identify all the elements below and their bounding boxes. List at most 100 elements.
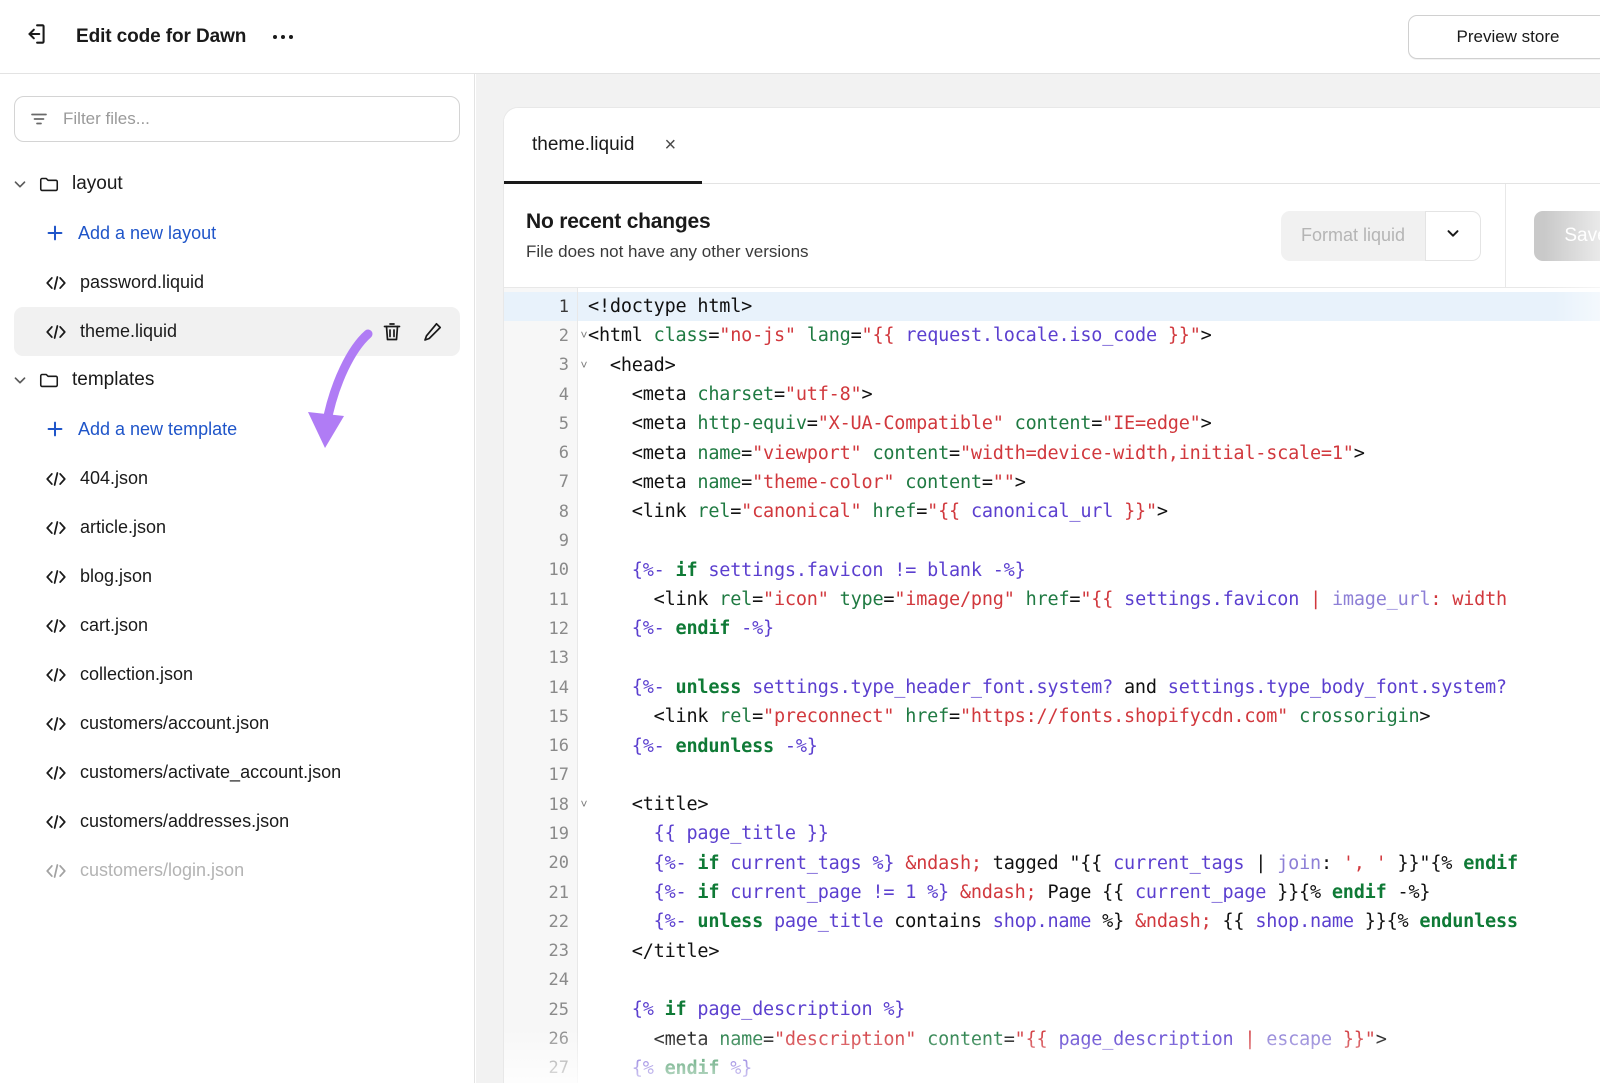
code-line: {%- unless settings.type_header_font.sys… [578, 673, 1600, 702]
code-token: if [676, 560, 698, 581]
add-new-template-link[interactable]: Add a new template [0, 404, 474, 454]
line-number: 20 [504, 849, 577, 878]
line-number: 15 [504, 702, 577, 731]
code-token: = [752, 706, 763, 727]
tree-folder-label: templates [72, 369, 154, 391]
rename-file-button[interactable] [420, 320, 444, 344]
filter-files-box[interactable] [14, 96, 460, 142]
format-liquid-dropdown-button[interactable] [1425, 211, 1481, 261]
line-number: 7 [504, 468, 577, 497]
code-token: shop.name [993, 911, 1091, 932]
code-token: {{ [588, 823, 686, 844]
file-row[interactable]: customers/login.json [14, 846, 460, 895]
search-input[interactable] [61, 108, 445, 130]
code-token: "{{ [1080, 589, 1124, 610]
file-row[interactable]: customers/activate_account.json [14, 748, 460, 797]
tab-theme-liquid[interactable]: theme.liquid × [504, 108, 702, 184]
code-token [1288, 706, 1299, 727]
file-row[interactable]: blog.json [14, 552, 460, 601]
code-content[interactable]: <!doctype html><html class="no-js" lang=… [578, 288, 1600, 1083]
code-line: <title> [578, 790, 1600, 819]
code-token: > [1157, 501, 1168, 522]
code-line: <!doctype html> [578, 292, 1600, 321]
file-name: collection.json [80, 664, 193, 685]
save-button[interactable]: Save [1534, 211, 1600, 261]
code-token: href [1026, 589, 1070, 610]
code-token: {%- [588, 560, 676, 581]
code-token: = [741, 443, 752, 464]
code-token: {%- [588, 882, 697, 903]
line-number: 19 [504, 819, 577, 848]
code-token: "image/png" [894, 589, 1014, 610]
add-new-label: Add a new layout [78, 223, 216, 244]
code-line: <meta name="viewport" content="width=dev… [578, 438, 1600, 467]
folder-icon [38, 369, 60, 391]
code-line: </title> [578, 937, 1600, 966]
line-number: 10 [504, 556, 577, 585]
chevron-down-icon[interactable] [10, 370, 30, 390]
code-token: page_title [763, 911, 894, 932]
code-token: {%- [588, 736, 676, 757]
code-line: {%- if current_page != 1 %} &ndash; Page… [578, 878, 1600, 907]
close-icon[interactable]: × [664, 135, 676, 155]
exit-icon [23, 21, 49, 52]
code-icon [44, 861, 68, 881]
file-row[interactable]: customers/addresses.json [14, 797, 460, 846]
chevron-down-icon[interactable] [10, 174, 30, 194]
code-token: : [1321, 853, 1343, 874]
format-liquid-group[interactable]: Format liquid [1281, 211, 1481, 261]
file-row[interactable]: cart.json [14, 601, 460, 650]
code-line: {%- if settings.favicon != blank -%} [578, 556, 1600, 585]
code-token: &ndash; [960, 882, 1037, 903]
line-number: 18˅ [504, 790, 577, 819]
version-info: No recent changes File does not have any… [526, 210, 809, 262]
code-token: &ndash; [1135, 911, 1212, 932]
code-token: crossorigin [1299, 706, 1419, 727]
code-token: </title> [588, 941, 719, 962]
code-token: content [1015, 413, 1092, 434]
filter-icon [29, 109, 49, 129]
code-token: unless [676, 677, 742, 698]
code-token: <!doctype html> [588, 296, 752, 317]
filter-files-wrapper [0, 74, 474, 142]
code-line: {%- if current_tags %} &ndash; tagged "{… [578, 849, 1600, 878]
code-token: -%} [730, 618, 774, 639]
code-token: page_description %} [686, 999, 905, 1020]
code-token: {%- [588, 677, 676, 698]
code-token: ', ' [1343, 853, 1387, 874]
code-token: "viewport" [752, 443, 861, 464]
tree-folder-templates[interactable]: templates [0, 356, 474, 404]
code-editor[interactable]: 12˅3˅456789101112131415161718˅1920212223… [504, 288, 1600, 1083]
file-row[interactable]: 404.json [14, 454, 460, 503]
code-icon [44, 322, 68, 342]
code-token: = [949, 443, 960, 464]
delete-file-button[interactable] [380, 320, 404, 344]
more-actions-button[interactable] [266, 20, 300, 54]
code-token: charset [697, 384, 774, 405]
code-token: = [763, 1029, 774, 1050]
code-token: = [730, 501, 741, 522]
file-row[interactable]: collection.json [14, 650, 460, 699]
save-wrapper: Save [1506, 184, 1600, 288]
code-token: {% [588, 1058, 665, 1079]
tree-folder-layout[interactable]: layout [0, 160, 474, 208]
code-token: rel [719, 589, 752, 610]
file-row[interactable]: customers/account.json [14, 699, 460, 748]
code-token: = [883, 589, 894, 610]
file-row[interactable]: theme.liquid [14, 307, 460, 356]
add-new-layout-link[interactable]: Add a new layout [0, 208, 474, 258]
file-row[interactable]: password.liquid [14, 258, 460, 307]
top-bar: Edit code for Dawn Preview store [0, 0, 1600, 74]
tree-folder-label: layout [72, 173, 123, 195]
editor-card: theme.liquid × No recent changes File do… [504, 108, 1600, 1083]
line-number: 3˅ [504, 351, 577, 380]
code-token: href [872, 501, 916, 522]
file-row[interactable]: article.json [14, 503, 460, 552]
code-token: join [1277, 853, 1321, 874]
code-icon [44, 616, 68, 636]
code-token: <link [588, 589, 719, 610]
preview-store-button[interactable]: Preview store [1408, 15, 1600, 59]
exit-editor-button[interactable] [14, 15, 58, 59]
format-liquid-label: Format liquid [1281, 211, 1425, 261]
code-token: > [1201, 325, 1212, 346]
